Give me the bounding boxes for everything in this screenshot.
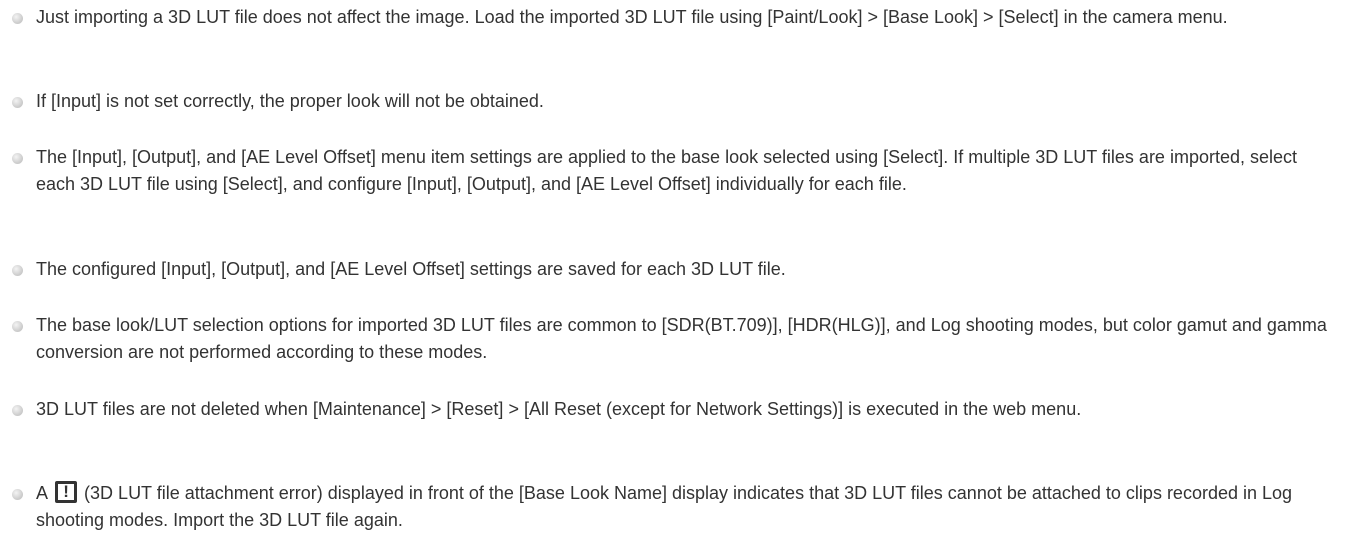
bullet-icon [12, 265, 23, 276]
note-text: The [Input], [Output], and [AE Level Off… [36, 147, 1298, 194]
note-text: The configured [Input], [Output], and [A… [36, 259, 786, 279]
exclamation-glyph: ! [63, 482, 69, 501]
bullet-icon [12, 405, 23, 416]
note-text: 3D LUT files are not deleted when [Maint… [36, 399, 1082, 419]
note-item-select: The [Input], [Output], and [AE Level Off… [12, 144, 1336, 198]
note-item-attachment-error: A ! (3D LUT file attachment error) displ… [12, 480, 1336, 534]
bullet-icon [12, 489, 23, 500]
note-item-modes: The base look/LUT selection options for … [12, 312, 1336, 366]
note-item-input: If [Input] is not set correctly, the pro… [12, 88, 1336, 115]
note-text: The base look/LUT selection options for … [36, 315, 1327, 362]
note-item-saved: The configured [Input], [Output], and [A… [12, 256, 1336, 283]
note-text: If [Input] is not set correctly, the pro… [36, 91, 544, 111]
bullet-icon [12, 97, 23, 108]
note-item-import: Just importing a 3D LUT file does not af… [12, 4, 1336, 31]
note-prefix: A [36, 483, 48, 503]
bullet-icon [12, 13, 23, 24]
lut-attachment-error-icon: ! [55, 481, 78, 503]
bullet-icon [12, 153, 23, 164]
note-text: Just importing a 3D LUT file does not af… [36, 7, 1228, 27]
note-text: (3D LUT file attachment error) displayed… [36, 483, 1293, 530]
note-item-reset: 3D LUT files are not deleted when [Maint… [12, 396, 1336, 423]
bullet-icon [12, 321, 23, 332]
